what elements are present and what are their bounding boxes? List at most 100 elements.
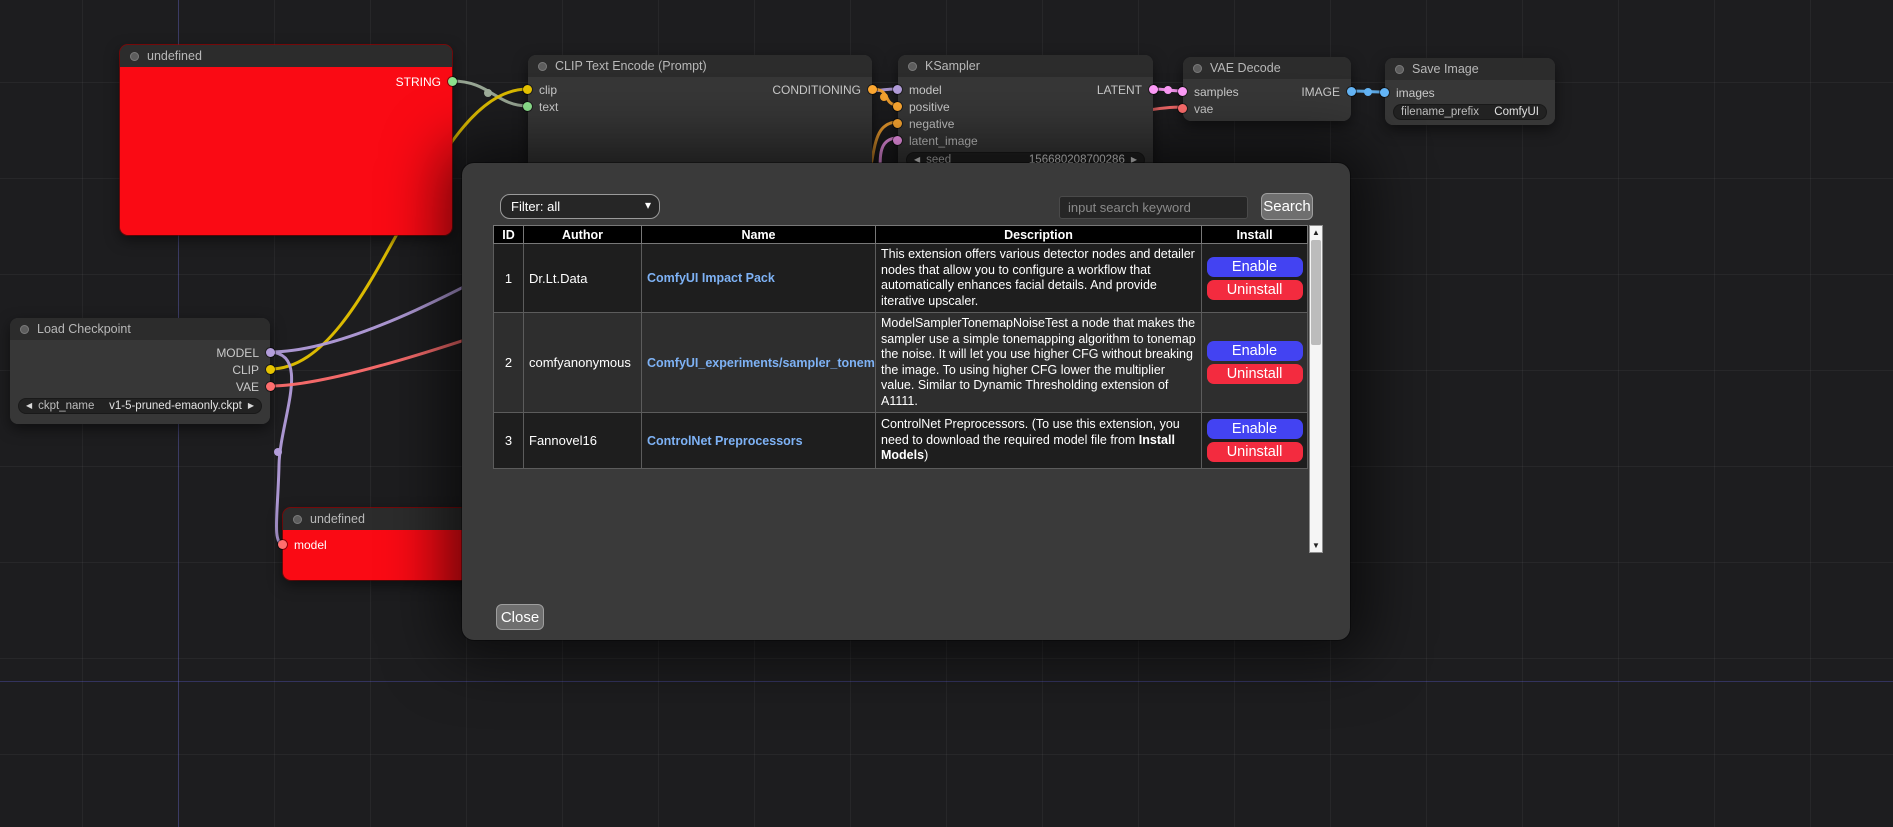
description-text: ControlNet Preprocessors. (To use this e… — [881, 417, 1180, 447]
node-title: CLIP Text Encode (Prompt) — [555, 59, 707, 73]
cell-install: Enable Uninstall — [1202, 313, 1308, 413]
cell-description: ControlNet Preprocessors. (To use this e… — [876, 413, 1202, 469]
output-slot-image[interactable] — [1347, 87, 1356, 96]
close-button[interactable]: Close — [496, 604, 544, 630]
link-dot — [274, 448, 282, 456]
node-body: clip CONDITIONING text — [528, 77, 872, 170]
node-header[interactable]: KSampler — [898, 55, 1153, 77]
input-slot-vae[interactable] — [1178, 104, 1187, 113]
uninstall-button[interactable]: Uninstall — [1207, 442, 1303, 462]
search-button[interactable]: Search — [1261, 193, 1313, 220]
column-header-author: Author — [524, 226, 642, 244]
comfyui-canvas[interactable]: undefined STRING CLIP Text Encode (Promp… — [0, 0, 1893, 827]
extension-link[interactable]: ComfyUI_experiments/sampler_tonemap — [647, 356, 876, 370]
input-slot-images[interactable] — [1380, 88, 1389, 97]
cell-name: ComfyUI Impact Pack — [642, 244, 876, 313]
node-body: model LATENT positive negative latent_im… — [898, 77, 1153, 170]
widget-value: v1-5-pruned-emaonly.ckpt — [109, 400, 242, 412]
extension-link[interactable]: ComfyUI Impact Pack — [647, 271, 775, 285]
widget-value: ComfyUI — [1494, 106, 1539, 118]
slot-label-model: MODEL — [216, 346, 259, 360]
output-slot-vae[interactable] — [266, 382, 275, 391]
description-tail: ) — [924, 448, 928, 462]
node-header[interactable]: VAE Decode — [1183, 57, 1351, 79]
column-header-install: Install — [1202, 226, 1308, 244]
cell-id: 2 — [494, 313, 524, 413]
node-header[interactable]: CLIP Text Encode (Prompt) — [528, 55, 872, 77]
node-header[interactable]: Load Checkpoint — [10, 318, 270, 340]
cell-description: This extension offers various detector n… — [876, 244, 1202, 313]
node-title: KSampler — [925, 59, 980, 73]
slot-label-text: text — [539, 100, 558, 114]
input-slot-latent-image[interactable] — [893, 136, 902, 145]
search-input[interactable] — [1059, 196, 1248, 219]
input-slot-positive[interactable] — [893, 102, 902, 111]
widget-increment-icon[interactable]: ▶ — [248, 398, 254, 414]
collapse-dot-icon[interactable] — [538, 62, 547, 71]
ckpt-name-widget[interactable]: ◀ ckpt_name v1-5-pruned-emaonly.ckpt ▶ — [18, 398, 262, 414]
manager-dialog: Filter: all ▾ Search ID Author Name Desc… — [462, 163, 1350, 640]
output-slot-string[interactable] — [448, 77, 457, 86]
node-ksampler[interactable]: KSampler model LATENT positive negative — [898, 55, 1153, 170]
scroll-down-icon[interactable]: ▼ — [1310, 539, 1322, 552]
filter-select[interactable]: Filter: all — [500, 194, 660, 219]
node-undefined-top[interactable]: undefined STRING — [120, 45, 452, 235]
cell-install: Enable Uninstall — [1202, 413, 1308, 469]
node-vae-decode[interactable]: VAE Decode samples IMAGE vae — [1183, 57, 1351, 121]
slot-label-conditioning: CONDITIONING — [772, 83, 861, 97]
column-header-description: Description — [876, 226, 1202, 244]
input-slot-model[interactable] — [278, 540, 287, 549]
collapse-dot-icon[interactable] — [908, 62, 917, 71]
collapse-dot-icon[interactable] — [1193, 64, 1202, 73]
slot-label-clip: CLIP — [232, 363, 259, 377]
input-slot-samples[interactable] — [1178, 87, 1187, 96]
widget-decrement-icon[interactable]: ◀ — [26, 398, 32, 414]
filter-dropdown-wrap: Filter: all ▾ — [500, 194, 660, 219]
slot-label-latent-image: latent_image — [909, 134, 978, 148]
output-slot-clip[interactable] — [266, 365, 275, 374]
slot-label-clip: clip — [539, 83, 557, 97]
input-slot-clip[interactable] — [523, 85, 532, 94]
output-slot-conditioning[interactable] — [868, 85, 877, 94]
slot-label-positive: positive — [909, 100, 950, 114]
enable-button[interactable]: Enable — [1207, 419, 1303, 439]
input-slot-model[interactable] — [893, 85, 902, 94]
input-slot-text[interactable] — [523, 102, 532, 111]
input-slot-negative[interactable] — [893, 119, 902, 128]
output-slot-latent[interactable] — [1149, 85, 1158, 94]
node-body: MODEL CLIP VAE ◀ ckpt_name v1-5-pruned-e… — [10, 340, 270, 424]
slot-label-image: IMAGE — [1301, 85, 1340, 99]
slot-label-latent: LATENT — [1097, 83, 1142, 97]
link-dot — [880, 93, 888, 101]
enable-button[interactable]: Enable — [1207, 341, 1303, 361]
slot-label-string: STRING — [396, 75, 441, 89]
extension-link[interactable]: ControlNet Preprocessors — [647, 434, 803, 448]
node-clip-text-encode[interactable]: CLIP Text Encode (Prompt) clip CONDITION… — [528, 55, 872, 170]
table-row: 2 comfyanonymous ComfyUI_experiments/sam… — [494, 313, 1308, 413]
node-header[interactable]: Save Image — [1385, 58, 1555, 80]
enable-button[interactable]: Enable — [1207, 257, 1303, 277]
cell-author: Dr.Lt.Data — [524, 244, 642, 313]
slot-label-samples: samples — [1194, 85, 1239, 99]
filename-prefix-widget[interactable]: filename_prefix ComfyUI — [1393, 104, 1547, 120]
cell-author: comfyanonymous — [524, 313, 642, 413]
table-row: 1 Dr.Lt.Data ComfyUI Impact Pack This ex… — [494, 244, 1308, 313]
collapse-dot-icon[interactable] — [130, 52, 139, 61]
node-save-image[interactable]: Save Image images filename_prefix ComfyU… — [1385, 58, 1555, 125]
collapse-dot-icon[interactable] — [1395, 65, 1404, 74]
collapse-dot-icon[interactable] — [20, 325, 29, 334]
uninstall-button[interactable]: Uninstall — [1207, 364, 1303, 384]
output-slot-model[interactable] — [266, 348, 275, 357]
uninstall-button[interactable]: Uninstall — [1207, 280, 1303, 300]
node-body: samples IMAGE vae — [1183, 79, 1351, 121]
link-dot — [484, 89, 492, 97]
scroll-up-icon[interactable]: ▲ — [1310, 226, 1322, 239]
cell-author: Fannovel16 — [524, 413, 642, 469]
node-body: STRING — [120, 67, 452, 235]
node-title: Load Checkpoint — [37, 322, 131, 336]
collapse-dot-icon[interactable] — [293, 515, 302, 524]
scroll-thumb[interactable] — [1311, 240, 1321, 345]
node-header[interactable]: undefined — [120, 45, 452, 67]
node-load-checkpoint[interactable]: Load Checkpoint MODEL CLIP VAE ◀ ckpt_na… — [10, 318, 270, 424]
table-scrollbar[interactable]: ▲ ▼ — [1309, 225, 1323, 553]
